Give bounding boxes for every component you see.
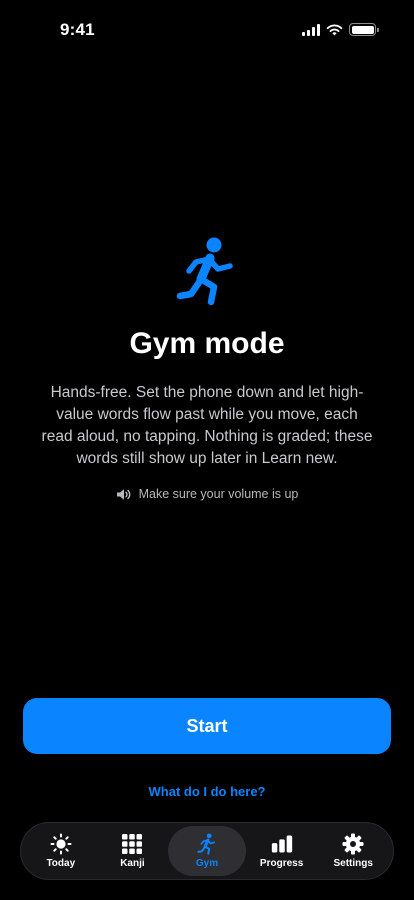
tab-label: Today	[46, 858, 76, 869]
volume-hint: Make sure your volume is up	[0, 487, 414, 501]
page-title: Gym mode	[129, 327, 285, 360]
tab-label: Kanji	[120, 858, 145, 869]
bar-chart-icon	[271, 835, 292, 853]
status-icons	[302, 23, 379, 36]
volume-hint-text: Make sure your volume is up	[138, 487, 299, 501]
tab-progress[interactable]: Progress	[246, 826, 318, 876]
speaker-icon	[116, 488, 130, 500]
grid-icon	[122, 834, 143, 854]
gear-icon	[342, 833, 364, 855]
tab-today[interactable]: Today	[25, 826, 97, 876]
wifi-icon	[326, 24, 343, 35]
gym-mode-screen: 9:41 Gym mode Hands-free. Set the phone …	[0, 0, 414, 900]
running-figure-icon	[176, 237, 233, 306]
cellular-signal-icon	[302, 23, 320, 36]
tab-label: Settings	[333, 858, 373, 869]
tab-gym[interactable]: Gym	[168, 826, 246, 876]
help-link[interactable]: What do I do here?	[0, 784, 414, 799]
start-button[interactable]: Start	[23, 698, 391, 754]
tab-settings[interactable]: Settings	[317, 826, 389, 876]
tab-kanji[interactable]: Kanji	[97, 826, 169, 876]
status-time: 9:41	[60, 20, 95, 39]
tab-bar: Today Kanji Gym Progress Settings	[20, 822, 394, 880]
tab-label: Progress	[259, 858, 304, 869]
sun-icon	[50, 833, 72, 855]
battery-icon	[349, 23, 379, 36]
tab-label: Gym	[195, 858, 219, 869]
description-text: Hands-free. Set the phone down and let h…	[41, 384, 373, 467]
status-bar: 9:41	[0, 0, 414, 60]
running-figure-icon	[197, 833, 216, 855]
